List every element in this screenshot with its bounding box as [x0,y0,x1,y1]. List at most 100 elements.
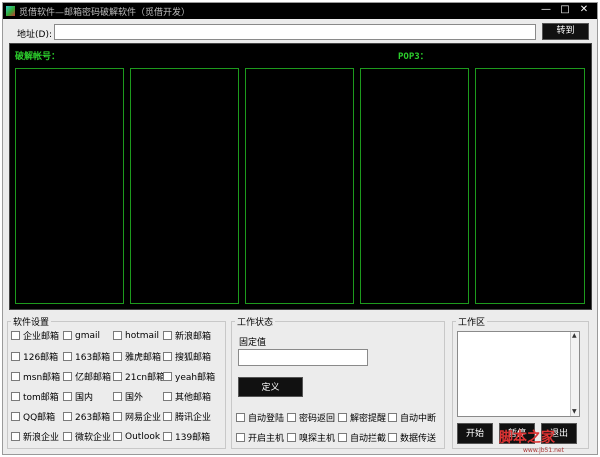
checkbox[interactable] [113,331,122,340]
account-list-2[interactable] [130,68,239,304]
status-option[interactable]: 自动登陆 [236,412,284,424]
checkbox[interactable] [163,432,172,441]
settings-option[interactable]: QQ邮箱 [11,411,55,423]
start-button[interactable]: 开始 [457,423,493,444]
close-button[interactable]: ✕ [577,4,591,17]
settings-option[interactable]: 腾讯企业 [163,411,212,423]
checkbox[interactable] [236,433,245,442]
crack-panel: 破解帐号： POP3： [9,43,592,310]
checkbox[interactable] [63,412,72,421]
status-option[interactable]: 嗅探主机 [287,432,335,444]
settings-option-label: 腾讯企业 [175,413,212,423]
settings-option[interactable]: 国内 [63,391,94,403]
checkbox[interactable] [63,331,72,340]
status-option-label: 自动中断 [400,414,437,424]
status-option[interactable]: 解密提醒 [338,412,386,424]
checkbox[interactable] [63,392,72,401]
settings-option[interactable]: 新浪企业 [11,431,60,443]
checkbox[interactable] [338,433,347,442]
settings-option[interactable]: 163邮箱 [63,351,111,363]
checkbox[interactable] [388,413,397,422]
work-log-scrollbar[interactable]: ▲ ▼ [570,332,579,416]
checkbox[interactable] [113,372,122,381]
settings-option[interactable]: 新浪邮箱 [163,330,211,342]
checkbox[interactable] [163,331,172,340]
checkbox[interactable] [11,352,20,361]
work-log[interactable]: ▲ ▼ [457,331,580,417]
checkbox[interactable] [113,392,122,401]
address-label: 地址(D): [17,30,52,40]
define-button[interactable]: 定义 [238,377,303,397]
settings-option[interactable]: Outlook [113,431,160,442]
settings-option-label: 263邮箱 [75,413,111,423]
checkbox[interactable] [388,433,397,442]
settings-option-label: 搜狐邮箱 [175,353,212,363]
settings-option-label: 163邮箱 [75,353,111,363]
checkbox[interactable] [163,412,172,421]
settings-option[interactable]: yeah邮箱 [163,371,216,383]
fixed-value-input[interactable] [238,349,368,366]
checkbox[interactable] [11,432,20,441]
settings-option[interactable]: msn邮箱 [11,371,60,383]
settings-option-label: yeah邮箱 [175,373,216,383]
checkbox[interactable] [113,352,122,361]
status-option[interactable]: 自动中断 [388,412,437,424]
status-option[interactable]: 自动拦截 [338,432,387,444]
scroll-up-icon[interactable]: ▲ [572,332,577,340]
pop3-list-1[interactable] [360,68,469,304]
status-option-label: 自动拦截 [350,434,387,444]
status-option[interactable]: 开启主机 [236,432,284,444]
scroll-down-icon[interactable]: ▼ [572,408,577,416]
settings-option[interactable]: 21cn邮箱 [113,371,166,383]
checkbox[interactable] [287,413,296,422]
status-option[interactable]: 数据传送 [388,432,437,444]
settings-option[interactable]: hotmail [113,330,159,341]
settings-option[interactable]: 搜狐邮箱 [163,351,212,363]
checkbox[interactable] [63,432,72,441]
checkbox[interactable] [11,372,20,381]
checkbox[interactable] [163,352,172,361]
go-button[interactable]: 转到 [542,23,589,40]
status-option[interactable]: 密码返回 [287,412,336,424]
checkbox[interactable] [287,433,296,442]
maximize-button[interactable]: □ [558,4,572,17]
checkbox[interactable] [11,392,20,401]
minimize-button[interactable]: — [539,4,553,17]
settings-option[interactable]: 263邮箱 [63,411,111,423]
settings-option[interactable]: 亿邮邮箱 [63,371,111,383]
settings-option[interactable]: 微软企业 [63,431,111,443]
settings-option[interactable]: 国外 [113,391,144,403]
status-option-label: 密码返回 [299,414,336,424]
settings-option-label: 126邮箱 [23,353,59,363]
settings-option-label: 国外 [125,393,144,403]
settings-title: 软件设置 [11,315,52,328]
checkbox[interactable] [163,392,172,401]
checkbox[interactable] [236,413,245,422]
checkbox[interactable] [163,372,172,381]
checkbox[interactable] [63,352,72,361]
settings-option-label: 21cn邮箱 [125,373,166,383]
settings-option[interactable]: 企业邮箱 [11,330,59,342]
checkbox[interactable] [338,413,347,422]
account-list-3[interactable] [245,68,354,304]
settings-option[interactable]: 网易企业 [113,411,161,423]
settings-option-label: 新浪企业 [23,433,60,443]
address-input[interactable] [54,24,536,40]
pop3-list-2[interactable] [475,68,585,304]
status-option-label: 数据传送 [400,434,437,444]
checkbox[interactable] [113,432,122,441]
settings-option[interactable]: 雅虎邮箱 [113,351,161,363]
settings-option[interactable]: tom邮箱 [11,391,59,403]
settings-option[interactable]: gmail [63,330,100,341]
settings-option[interactable]: 其他邮箱 [163,391,211,403]
checkbox[interactable] [113,412,122,421]
checkbox[interactable] [11,412,20,421]
settings-option-label: tom邮箱 [23,393,59,403]
account-list-1[interactable] [15,68,124,304]
settings-option-label: gmail [75,330,100,341]
settings-option[interactable]: 126邮箱 [11,351,59,363]
checkbox[interactable] [63,372,72,381]
settings-option-label: 国内 [75,393,94,403]
settings-option[interactable]: 139邮箱 [163,431,210,443]
checkbox[interactable] [11,331,20,340]
